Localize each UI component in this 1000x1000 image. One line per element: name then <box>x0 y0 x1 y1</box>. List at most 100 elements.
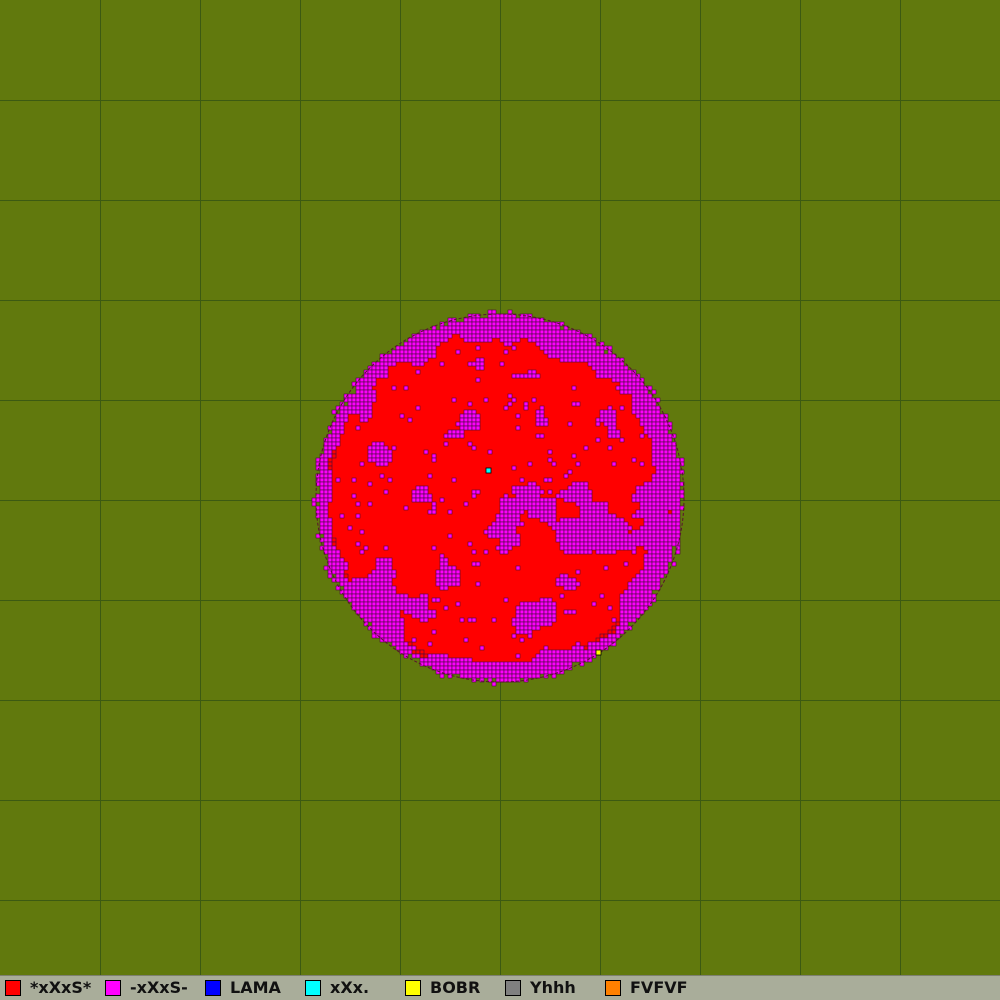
secondary-territory-cell <box>359 381 365 387</box>
secondary-territory-cell <box>383 453 389 459</box>
secondary-territory-cell <box>543 601 549 607</box>
secondary-territory-cell <box>435 597 441 603</box>
secondary-territory-cell <box>411 489 417 495</box>
secondary-territory-cell <box>583 485 589 491</box>
secondary-territory-cell <box>495 545 501 551</box>
secondary-territory-cell <box>623 621 629 627</box>
secondary-territory-cell <box>571 401 577 407</box>
secondary-territory-cell <box>667 485 673 491</box>
secondary-territory-cell <box>507 513 513 519</box>
secondary-territory-cell <box>499 541 505 547</box>
secondary-territory-cell <box>403 645 409 651</box>
secondary-territory-cell <box>583 497 589 503</box>
secondary-territory-cell <box>499 505 505 511</box>
secondary-territory-cell <box>443 433 449 439</box>
secondary-territory-cell <box>663 425 669 431</box>
secondary-territory-cell <box>575 545 581 551</box>
secondary-territory-cell <box>547 513 553 519</box>
secondary-territory-cell <box>399 413 405 419</box>
secondary-territory-cell <box>427 641 433 647</box>
secondary-territory-cell <box>587 533 593 539</box>
secondary-territory-cell <box>575 341 581 347</box>
secondary-territory-cell <box>331 569 337 575</box>
map-canvas[interactable] <box>0 0 1000 975</box>
secondary-territory-cell <box>451 325 457 331</box>
secondary-territory-cell <box>655 473 661 479</box>
secondary-territory-cell <box>419 493 425 499</box>
secondary-territory-cell <box>487 337 493 343</box>
secondary-territory-cell <box>643 481 649 487</box>
game-map[interactable] <box>0 0 1000 975</box>
secondary-territory-cell <box>519 629 525 635</box>
secondary-territory-cell <box>391 613 397 619</box>
secondary-territory-cell <box>423 617 429 623</box>
secondary-territory-cell <box>359 409 365 415</box>
secondary-territory-cell <box>655 433 661 439</box>
secondary-territory-cell <box>347 597 353 603</box>
secondary-territory-cell <box>491 665 497 671</box>
secondary-territory-cell <box>647 557 653 563</box>
player-cell-BOBR[interactable] <box>595 649 602 656</box>
secondary-territory-cell <box>319 485 325 491</box>
secondary-territory-cell <box>511 509 517 515</box>
secondary-territory-cell <box>607 405 613 411</box>
secondary-territory-cell <box>451 573 457 579</box>
secondary-territory-cell <box>399 645 405 651</box>
secondary-territory-cell <box>359 549 365 555</box>
secondary-territory-cell <box>579 529 585 535</box>
secondary-territory-cell <box>507 661 513 667</box>
secondary-territory-cell <box>515 669 521 675</box>
secondary-territory-cell <box>395 637 401 643</box>
secondary-territory-cell <box>479 333 485 339</box>
secondary-territory-cell <box>323 473 329 479</box>
secondary-territory-cell <box>375 457 381 463</box>
secondary-territory-cell <box>387 633 393 639</box>
secondary-territory-cell <box>523 661 529 667</box>
secondary-territory-cell <box>575 641 581 647</box>
secondary-territory-cell <box>491 313 497 319</box>
player-cell-xXx.[interactable] <box>485 467 492 474</box>
secondary-territory-cell <box>539 421 545 427</box>
secondary-territory-cell <box>599 521 605 527</box>
secondary-territory-cell <box>623 625 629 631</box>
secondary-territory-cell <box>375 585 381 591</box>
secondary-territory-cell <box>619 437 625 443</box>
secondary-territory-cell <box>611 533 617 539</box>
secondary-territory-cell <box>539 405 545 411</box>
secondary-territory-cell <box>647 493 653 499</box>
secondary-territory-cell <box>639 433 645 439</box>
secondary-territory-cell <box>567 661 573 667</box>
secondary-territory-cell <box>411 637 417 643</box>
secondary-territory-cell <box>523 621 529 627</box>
secondary-territory-cell <box>335 441 341 447</box>
secondary-territory-cell <box>379 561 385 567</box>
secondary-territory-cell <box>631 513 637 519</box>
secondary-territory-cell <box>655 417 661 423</box>
secondary-territory-cell <box>595 345 601 351</box>
secondary-territory-cell <box>335 425 341 431</box>
secondary-territory-cell <box>499 313 505 319</box>
secondary-territory-cell <box>575 517 581 523</box>
secondary-territory-cell <box>471 661 477 667</box>
secondary-territory-cell <box>383 373 389 379</box>
secondary-territory-cell <box>591 537 597 543</box>
secondary-territory-cell <box>387 589 393 595</box>
secondary-territory-cell <box>323 465 329 471</box>
secondary-territory-cell <box>547 337 553 343</box>
secondary-territory-cell <box>667 477 673 483</box>
secondary-territory-cell <box>579 533 585 539</box>
secondary-territory-cell <box>455 665 461 671</box>
secondary-territory-cell <box>339 421 345 427</box>
secondary-territory-cell <box>343 417 349 423</box>
secondary-territory-cell <box>651 565 657 571</box>
secondary-territory-cell <box>367 401 373 407</box>
secondary-territory-cell <box>547 517 553 523</box>
secondary-territory-cell <box>635 413 641 419</box>
secondary-territory-cell <box>591 349 597 355</box>
secondary-territory-cell <box>359 393 365 399</box>
secondary-territory-cell <box>647 385 653 391</box>
secondary-territory-cell <box>619 593 625 599</box>
secondary-territory-cell <box>479 325 485 331</box>
secondary-territory-cell <box>599 417 605 423</box>
secondary-territory-cell <box>471 417 477 423</box>
